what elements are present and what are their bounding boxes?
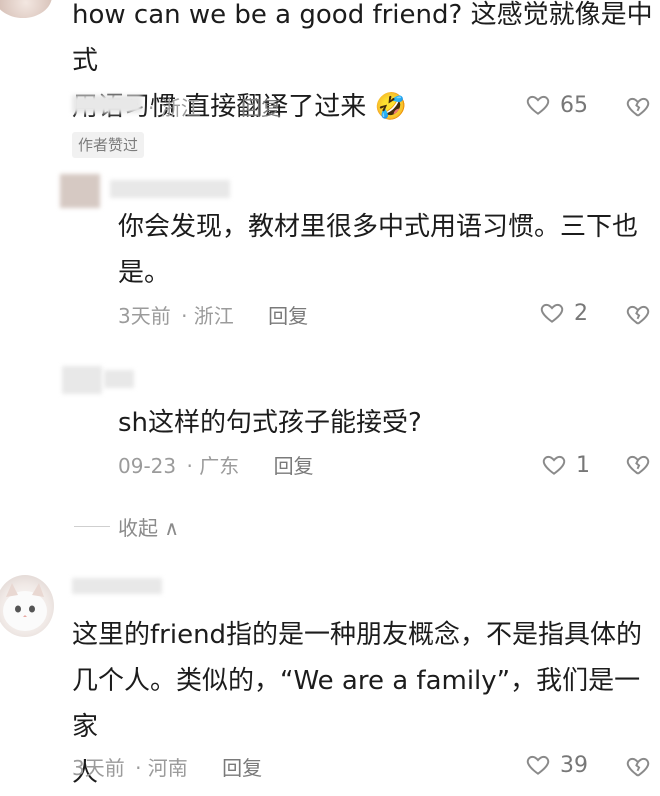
timestamp: 3天前: [118, 304, 171, 328]
divider-line: [74, 526, 110, 527]
heart-outline-icon: [526, 95, 550, 115]
avatar[interactable]: [0, 575, 54, 637]
broken-heart-icon[interactable]: [624, 302, 652, 328]
comment-text: 你会发现，教材里很多中式用语习惯。三下也 是。: [118, 212, 639, 288]
reply-avatar[interactable]: [60, 174, 100, 208]
like-button[interactable]: 1: [540, 452, 590, 478]
comment-meta: 09-23 · 广东 回复: [118, 452, 314, 480]
avatar[interactable]: [0, 0, 52, 18]
like-button[interactable]: 65: [524, 92, 588, 118]
reply-button[interactable]: 回复: [222, 754, 262, 782]
laughing-emoji-icon: 🤣: [374, 92, 407, 122]
like-count: 39: [560, 752, 588, 778]
blurred-username: [104, 370, 134, 388]
heart-outline-icon: [526, 755, 550, 775]
comment-meta: 3天前 · 浙江 回复: [118, 302, 308, 330]
comment-meta: 3天前 · 河南 回复: [72, 754, 262, 782]
like-count: 65: [560, 92, 588, 118]
broken-heart-icon[interactable]: [624, 94, 652, 120]
broken-heart-icon[interactable]: [624, 452, 652, 478]
reply-button[interactable]: 回复: [274, 452, 314, 480]
heart-outline-icon: [540, 303, 564, 323]
timestamp: 09-23: [118, 454, 177, 478]
like-count: 1: [576, 452, 590, 478]
collapse-label: 收起 ∧: [118, 516, 179, 540]
location-label: · 浙江: [181, 304, 234, 328]
comment-text: sh这样的句式孩子能接受?: [118, 408, 422, 438]
location-label: · 浙江: [148, 96, 201, 120]
like-button[interactable]: 2: [538, 300, 588, 326]
reply-button[interactable]: 回复: [241, 94, 281, 122]
broken-heart-icon[interactable]: [624, 754, 652, 780]
like-button[interactable]: 39: [524, 752, 588, 778]
cat-avatar-icon: [3, 583, 47, 631]
reply-button[interactable]: 回复: [268, 302, 308, 330]
blurred-username: [72, 95, 142, 113]
like-count: 2: [574, 300, 588, 326]
timestamp: 3天前: [72, 756, 125, 780]
location-label: · 广东: [186, 454, 240, 478]
blurred-username: [72, 578, 162, 594]
author-liked-badge: 作者赞过: [72, 132, 145, 158]
heart-outline-icon: [542, 455, 566, 475]
collapse-replies-button[interactable]: 收起 ∧: [74, 512, 179, 541]
reply-avatar[interactable]: [62, 366, 102, 394]
location-label: · 河南: [135, 756, 188, 780]
comment-meta: · 浙江 回复: [148, 94, 281, 122]
blurred-username: [110, 180, 230, 198]
